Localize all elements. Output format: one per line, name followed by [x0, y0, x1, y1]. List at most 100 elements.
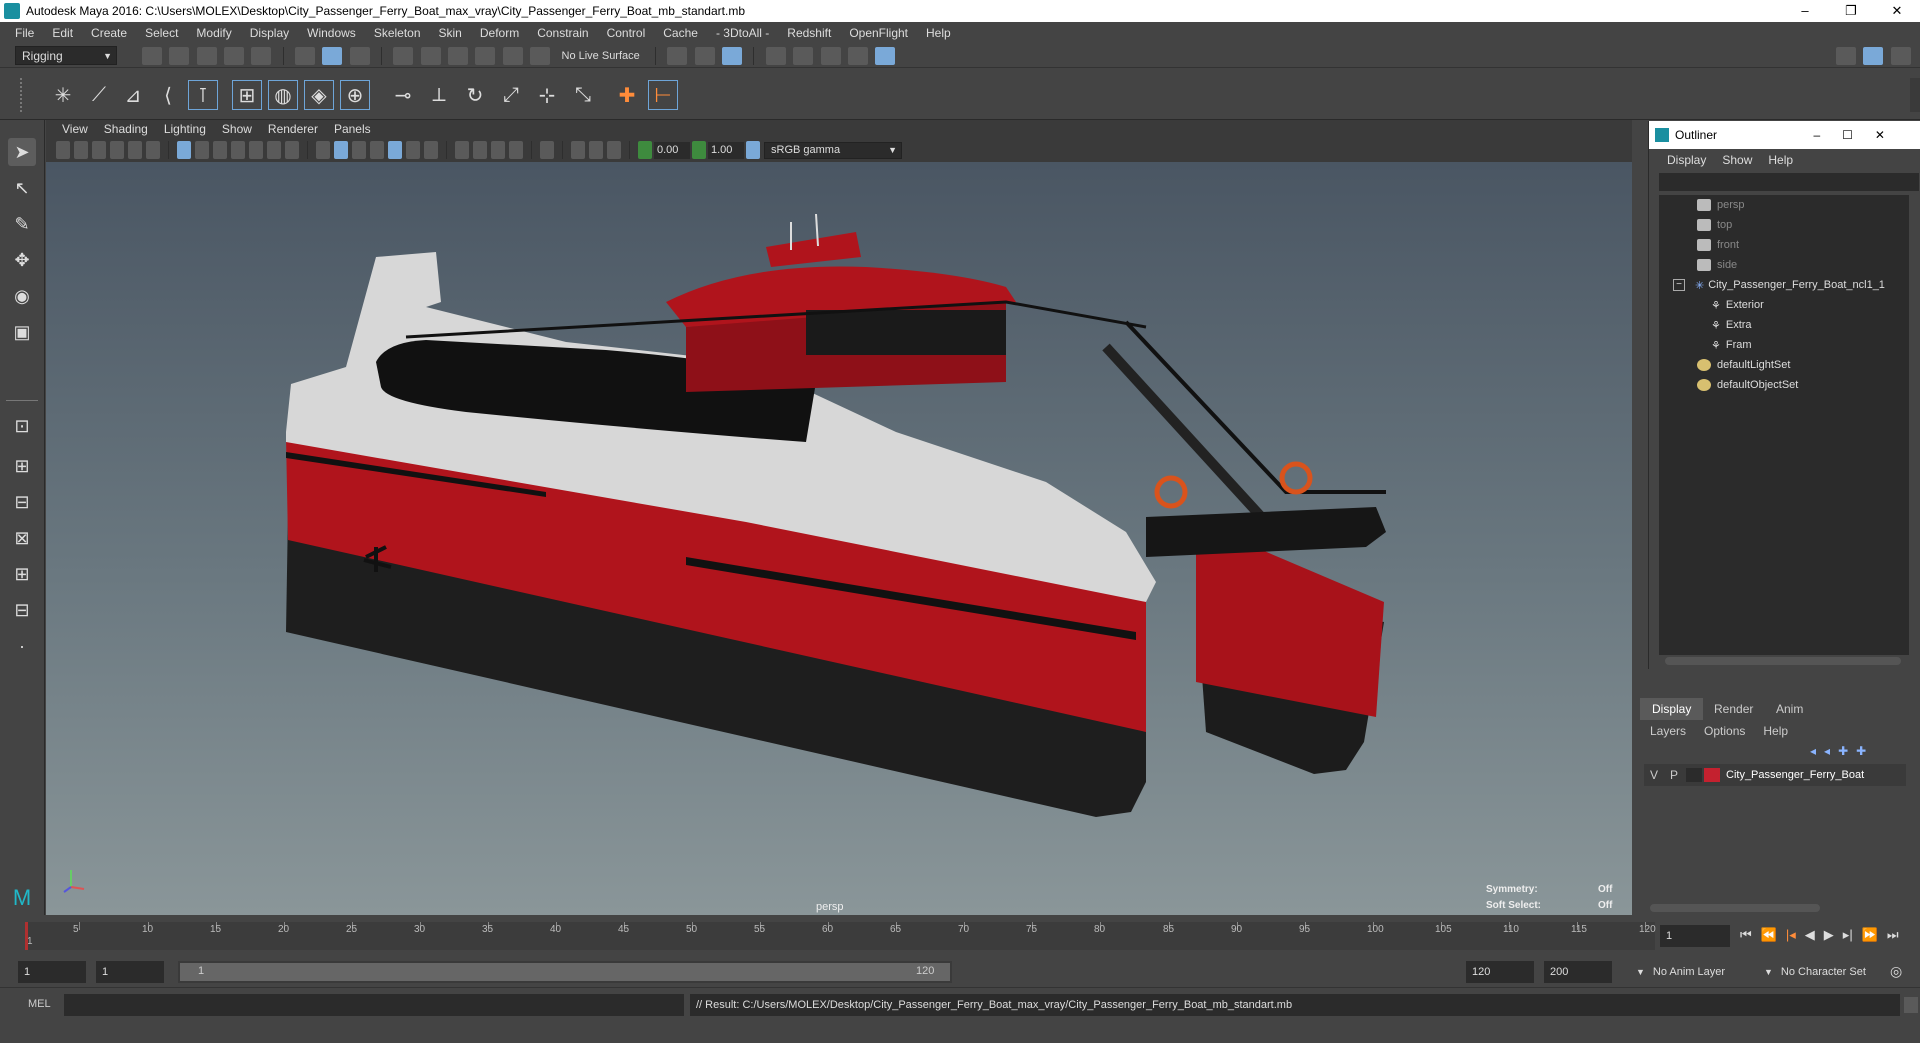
collapse-icon[interactable]: −: [1673, 279, 1685, 291]
orient-joint-icon[interactable]: ⊞: [232, 80, 262, 110]
outliner-item-default-object-set[interactable]: defaultObjectSet: [1697, 375, 1798, 395]
outliner-item-extra[interactable]: ⚘ Extra: [1711, 315, 1752, 335]
layer-menu-options[interactable]: Options: [1704, 724, 1745, 738]
anim-layer-dropdown[interactable]: ▼ No Anim Layer: [1630, 961, 1750, 983]
safe-title-icon[interactable]: [285, 141, 299, 159]
scale-constraint-icon[interactable]: ⤢: [496, 80, 526, 110]
scale-tool-icon[interactable]: ▣: [8, 318, 36, 346]
layer-type-toggle[interactable]: [1686, 768, 1702, 782]
snap-point-icon[interactable]: [448, 47, 469, 65]
layer-row[interactable]: V P City_Passenger_Ferry_Boat: [1644, 764, 1906, 786]
depth-of-field-icon[interactable]: [509, 141, 523, 159]
move-layer-up-icon[interactable]: ◂: [1810, 744, 1816, 758]
gamma-icon[interactable]: [692, 141, 706, 159]
range-track[interactable]: 1 120: [178, 961, 952, 983]
move-layer-down-icon[interactable]: ◂: [1824, 744, 1830, 758]
menu-modify[interactable]: Modify: [187, 26, 240, 40]
pole-vector-icon[interactable]: ⤡: [568, 80, 598, 110]
snap-surface-icon[interactable]: [502, 47, 523, 65]
select-camera-icon[interactable]: [56, 141, 70, 159]
camera-attributes-icon[interactable]: [74, 141, 88, 159]
tab-anim[interactable]: Anim: [1764, 698, 1815, 720]
snap-curve-icon[interactable]: [420, 47, 441, 65]
grid-icon[interactable]: [177, 141, 191, 159]
output-ops-icon[interactable]: [694, 47, 715, 65]
cluster-icon[interactable]: ⊢: [648, 80, 678, 110]
open-scene-icon[interactable]: [169, 47, 190, 65]
colorspace-dropdown[interactable]: sRGB gamma ▼: [764, 141, 902, 159]
paint-select-icon[interactable]: ✎: [8, 210, 36, 238]
bind-skin-icon[interactable]: ◍: [268, 80, 298, 110]
make-live-icon[interactable]: [530, 47, 551, 65]
viewport-menu-panels[interactable]: Panels: [326, 122, 379, 136]
ipr-render-icon[interactable]: [820, 47, 841, 65]
single-view-icon[interactable]: ⊡: [8, 412, 36, 440]
menu-windows[interactable]: Windows: [298, 26, 365, 40]
layer-color-swatch[interactable]: [1704, 768, 1720, 782]
script-editor-icon[interactable]: [1904, 997, 1918, 1013]
select-component-icon[interactable]: [349, 47, 370, 65]
aim-constraint-icon[interactable]: ⊹: [532, 80, 562, 110]
menu-skeleton[interactable]: Skeleton: [365, 26, 430, 40]
layer-menu-layers[interactable]: Layers: [1650, 724, 1686, 738]
select-object-icon[interactable]: [322, 47, 343, 65]
menu-cache[interactable]: Cache: [654, 26, 707, 40]
render-view-icon[interactable]: [765, 47, 786, 65]
isolate-select-icon[interactable]: [540, 141, 554, 159]
grease-pencil-icon[interactable]: [146, 141, 160, 159]
channel-box-icon[interactable]: [1863, 47, 1884, 65]
ik-handle-icon[interactable]: ⟋: [84, 80, 114, 110]
xray-joints-icon[interactable]: [607, 141, 621, 159]
hypershade-layout-icon[interactable]: ⊟: [8, 596, 36, 624]
screen-space-ao-icon[interactable]: [455, 141, 469, 159]
layer-horizontal-scrollbar[interactable]: [1650, 904, 1820, 912]
resolution-gate-icon[interactable]: [213, 141, 227, 159]
time-ruler[interactable]: 1 5 10 15 20 25 30 35 40 45 50 55 60 65 70 75 80 85 90 95 1…: [25, 922, 1656, 950]
attribute-editor-icon[interactable]: [1890, 47, 1911, 65]
menu-constrain[interactable]: Constrain: [528, 26, 597, 40]
wireframe-on-shaded-icon[interactable]: [370, 141, 384, 159]
new-scene-icon[interactable]: [142, 47, 162, 65]
outliner-menu-help[interactable]: Help: [1760, 153, 1801, 167]
animation-start-field[interactable]: 1: [18, 961, 86, 983]
redo-icon[interactable]: [251, 47, 272, 65]
lasso-tool-icon[interactable]: ↖: [8, 174, 36, 202]
current-time-marker[interactable]: [25, 922, 28, 950]
viewport-menu-shading[interactable]: Shading: [96, 122, 156, 136]
outliner-item-side[interactable]: side: [1697, 255, 1737, 275]
shadows-icon[interactable]: [424, 141, 438, 159]
menu-deform[interactable]: Deform: [471, 26, 528, 40]
shelf-scroll[interactable]: [1910, 78, 1920, 112]
outliner-item-exterior[interactable]: ⚘ Exterior: [1711, 295, 1764, 315]
outliner-item-fram[interactable]: ⚘ Fram: [1711, 335, 1752, 355]
menu-3dtoall[interactable]: - 3DtoAll -: [707, 26, 778, 40]
viewport-menu-lighting[interactable]: Lighting: [156, 122, 214, 136]
anti-aliasing-icon[interactable]: [491, 141, 505, 159]
construction-history-icon[interactable]: [722, 47, 743, 65]
tab-display[interactable]: Display: [1640, 698, 1704, 720]
viewport-menu-renderer[interactable]: Renderer: [260, 122, 326, 136]
menu-redshift[interactable]: Redshift: [778, 26, 840, 40]
outliner-search-input[interactable]: [1659, 173, 1919, 191]
rotate-tool-icon[interactable]: ◉: [8, 282, 36, 310]
range-handle[interactable]: 1 120: [180, 963, 950, 981]
image-plane-icon[interactable]: [110, 141, 124, 159]
shelf-options-icon[interactable]: [20, 78, 28, 112]
render-settings-icon[interactable]: [847, 47, 868, 65]
auto-key-icon[interactable]: ◎: [1890, 963, 1902, 980]
restore-button[interactable]: ❐: [1828, 3, 1874, 19]
two-view-icon[interactable]: ⊟: [8, 488, 36, 516]
locator-icon[interactable]: ✚: [612, 80, 642, 110]
paint-weights-icon[interactable]: ⊕: [340, 80, 370, 110]
save-scene-icon[interactable]: [196, 47, 217, 65]
animation-end-field[interactable]: 200: [1544, 961, 1612, 983]
menu-select[interactable]: Select: [136, 26, 187, 40]
step-forward-key-icon[interactable]: ⏩: [1862, 927, 1878, 943]
orient-constraint-icon[interactable]: ↻: [460, 80, 490, 110]
command-input[interactable]: [64, 994, 684, 1016]
minimize-button[interactable]: –: [1782, 3, 1828, 19]
move-tool-icon[interactable]: ✥: [8, 246, 36, 274]
menu-control[interactable]: Control: [598, 26, 655, 40]
viewport-scene[interactable]: persp Symmetry: Off Soft Select: Off: [46, 162, 1632, 915]
four-view-icon[interactable]: ⊞: [8, 452, 36, 480]
